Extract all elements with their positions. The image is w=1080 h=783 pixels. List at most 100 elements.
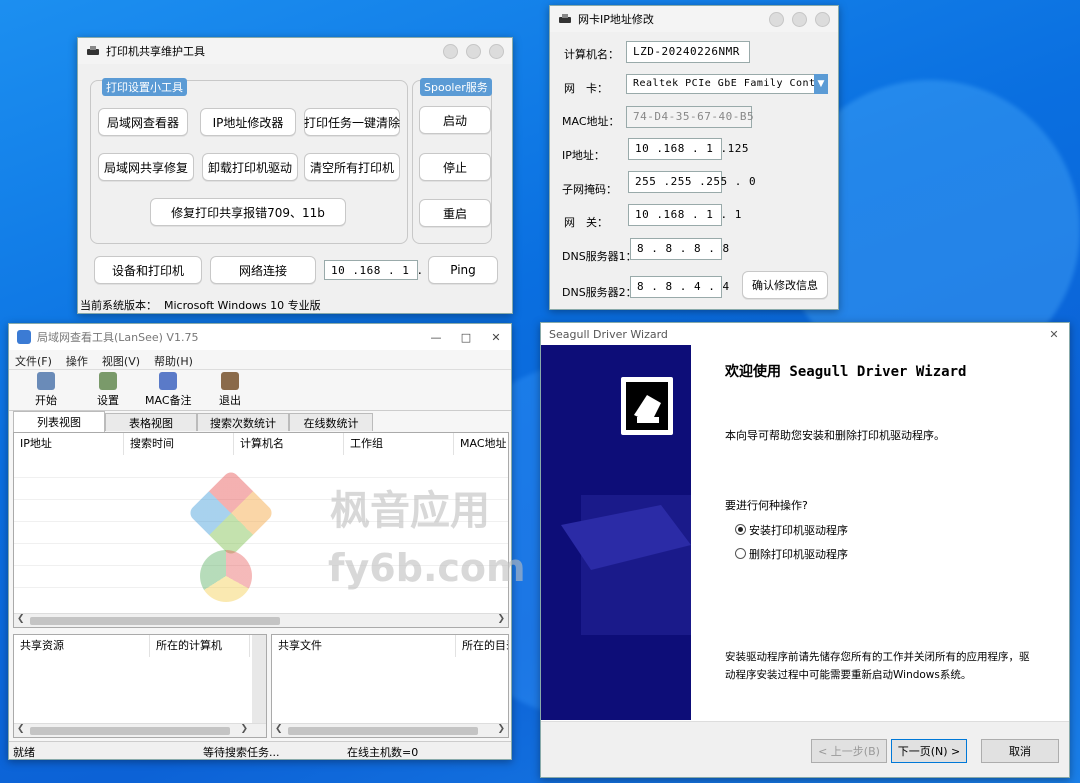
maximize-button[interactable] [792, 11, 807, 27]
lansee-titlebar[interactable]: 局域网查看工具(LanSee) V1.75 — □ ✕ [9, 324, 511, 350]
ip-label: IP地址： [562, 149, 605, 162]
scroll-left-icon[interactable]: ❮ [17, 724, 25, 734]
host-list-scrollbar[interactable]: ❮ ❯ [14, 613, 508, 627]
col-mac[interactable]: MAC地址 [454, 433, 508, 455]
clear-printers-button[interactable]: 清空所有打印机 [304, 153, 400, 181]
close-icon[interactable]: ✕ [481, 331, 511, 344]
dns2-label: DNS服务器2： [562, 286, 637, 299]
scroll-right-icon[interactable]: ❯ [497, 724, 505, 734]
computer-name-label: 计算机名： [564, 48, 619, 61]
shared-resources-scrollbar[interactable]: ❮ ❯ [14, 723, 266, 737]
mac-note-tool-label: MAC备注 [145, 394, 192, 407]
devices-printers-button[interactable]: 设备和打印机 [94, 256, 202, 284]
lan-viewer-button[interactable]: 局域网查看器 [98, 108, 188, 136]
col-directory[interactable]: 所在的目录 [456, 635, 508, 657]
remove-option-label: 删除打印机驱动程序 [749, 548, 848, 561]
close-button[interactable] [489, 43, 504, 59]
shared-files-list[interactable]: 共享文件 所在的目录 ❮ ❯ [271, 634, 509, 738]
share-repair-button[interactable]: 局域网共享修复 [98, 153, 194, 181]
scroll-thumb[interactable] [30, 617, 280, 625]
settings-tool-button[interactable]: 设置 [97, 372, 119, 408]
col-shared-file[interactable]: 共享文件 [272, 635, 456, 657]
clear-jobs-button[interactable]: 打印任务一键清除 [304, 108, 400, 136]
watermark-logo-2 [200, 550, 252, 602]
subnet-input[interactable]: 255 .255 .255 . 0 [628, 171, 756, 193]
scroll-right-icon[interactable]: ❯ [240, 724, 248, 734]
nic-label: 网 卡： [564, 82, 608, 95]
fix-share-errors-button[interactable]: 修复打印共享报错709、11b [150, 198, 346, 226]
col-shared-resource[interactable]: 共享资源 [14, 635, 150, 657]
chevron-down-icon[interactable]: ▼ [814, 74, 828, 94]
settings-tool-label: 设置 [97, 394, 119, 407]
ip-modifier-button[interactable]: IP地址修改器 [200, 108, 296, 136]
menu-view[interactable]: 视图(V) [102, 353, 140, 369]
computer-name-input[interactable]: LZD-20240226NMR [626, 41, 750, 63]
network-connections-button[interactable]: 网络连接 [210, 256, 316, 284]
maximize-icon[interactable]: □ [451, 331, 481, 344]
back-button[interactable]: < 上一步(B) [811, 739, 887, 763]
dns1-input[interactable]: 8 . 8 . 8 . 8 [630, 238, 729, 260]
menu-help[interactable]: 帮助(H) [154, 353, 193, 369]
printer-illustration [561, 377, 691, 635]
nic-select[interactable]: Realtek PCIe GbE Family Controlle [626, 74, 816, 94]
install-driver-option[interactable]: 安装打印机驱动程序 [735, 522, 848, 538]
col-ip[interactable]: IP地址 [14, 433, 124, 455]
seagull-titlebar[interactable]: Seagull Driver Wizard ✕ [541, 323, 1069, 345]
scroll-left-icon[interactable]: ❮ [275, 724, 283, 734]
tab-online-stats[interactable]: 在线数统计 [289, 413, 373, 431]
menu-action[interactable]: 操作 [66, 353, 88, 369]
install-option-label: 安装打印机驱动程序 [749, 524, 848, 537]
col-workgroup[interactable]: 工作组 [344, 433, 454, 455]
remove-radio[interactable] [735, 548, 746, 559]
next-button[interactable]: 下一页(N) > [891, 739, 967, 763]
ip-input[interactable]: 10 .168 . 1 .125 [628, 138, 748, 160]
minimize-button[interactable] [443, 43, 458, 59]
mac-note-tool-button[interactable]: MAC备注 [145, 372, 192, 408]
scroll-left-icon[interactable]: ❮ [17, 614, 25, 624]
start-tool-button[interactable]: 开始 [35, 372, 57, 408]
shared-resources-list[interactable]: 共享资源 所在的计算机 ❮ ❯ [13, 634, 267, 738]
gateway-input[interactable]: 10 .168 . 1 . 1 [628, 204, 741, 226]
ping-button[interactable]: Ping [428, 256, 498, 284]
scroll-thumb[interactable] [288, 727, 478, 735]
install-radio[interactable] [735, 524, 746, 535]
spooler-start-button[interactable]: 启动 [419, 106, 491, 134]
minimize-button[interactable] [769, 11, 784, 27]
vertical-scrollbar[interactable] [252, 635, 266, 725]
close-icon[interactable]: ✕ [1039, 328, 1069, 341]
host-list[interactable]: IP地址 搜索时间 计算机名 工作组 MAC地址 ❮ ❯ [13, 432, 509, 628]
tab-list-view[interactable]: 列表视图 [13, 411, 105, 432]
note-icon [159, 372, 178, 390]
mac-field: 74-D4-35-67-40-B5 [626, 106, 754, 128]
seagull-title: Seagull Driver Wizard [549, 327, 668, 341]
spooler-stop-button[interactable]: 停止 [419, 153, 491, 181]
ip-modifier-titlebar[interactable]: 网卡IP地址修改 [550, 6, 838, 32]
scroll-thumb[interactable] [30, 727, 230, 735]
os-version-label: 当前系统版本： [80, 299, 157, 312]
close-button[interactable] [815, 11, 830, 27]
row-line [14, 543, 508, 544]
dns2-input[interactable]: 8 . 8 . 4 . 4 [630, 276, 729, 298]
confirm-changes-button[interactable]: 确认修改信息 [742, 271, 828, 299]
lansee-title: 局域网查看工具(LanSee) V1.75 [37, 331, 199, 344]
scroll-right-icon[interactable]: ❯ [497, 614, 505, 624]
printer-tool-titlebar[interactable]: 打印机共享维护工具 [78, 38, 512, 64]
spooler-restart-button[interactable]: 重启 [419, 199, 491, 227]
shared-files-scrollbar[interactable]: ❮ ❯ [272, 723, 508, 737]
menu-file[interactable]: 文件(F) [15, 353, 52, 369]
spooler-group-label: Spooler服务 [420, 78, 492, 96]
col-computer-name[interactable]: 计算机名 [234, 433, 344, 455]
tab-search-stats[interactable]: 搜索次数统计 [197, 413, 289, 431]
maximize-button[interactable] [466, 43, 481, 59]
lansee-toolbar: 开始 设置 MAC备注 退出 [9, 369, 511, 411]
ip-modifier-title: 网卡IP地址修改 [578, 13, 654, 26]
cancel-button[interactable]: 取消 [981, 739, 1059, 763]
minimize-icon[interactable]: — [421, 331, 451, 344]
col-search-time[interactable]: 搜索时间 [124, 433, 234, 455]
tab-table-view[interactable]: 表格视图 [105, 413, 197, 431]
ping-ip-input[interactable]: 10 .168 . 1 . 1 [324, 260, 437, 280]
col-host-computer[interactable]: 所在的计算机 [150, 635, 250, 657]
uninstall-driver-button[interactable]: 卸载打印机驱动 [202, 153, 298, 181]
exit-tool-button[interactable]: 退出 [219, 372, 241, 408]
remove-driver-option[interactable]: 删除打印机驱动程序 [735, 546, 848, 562]
